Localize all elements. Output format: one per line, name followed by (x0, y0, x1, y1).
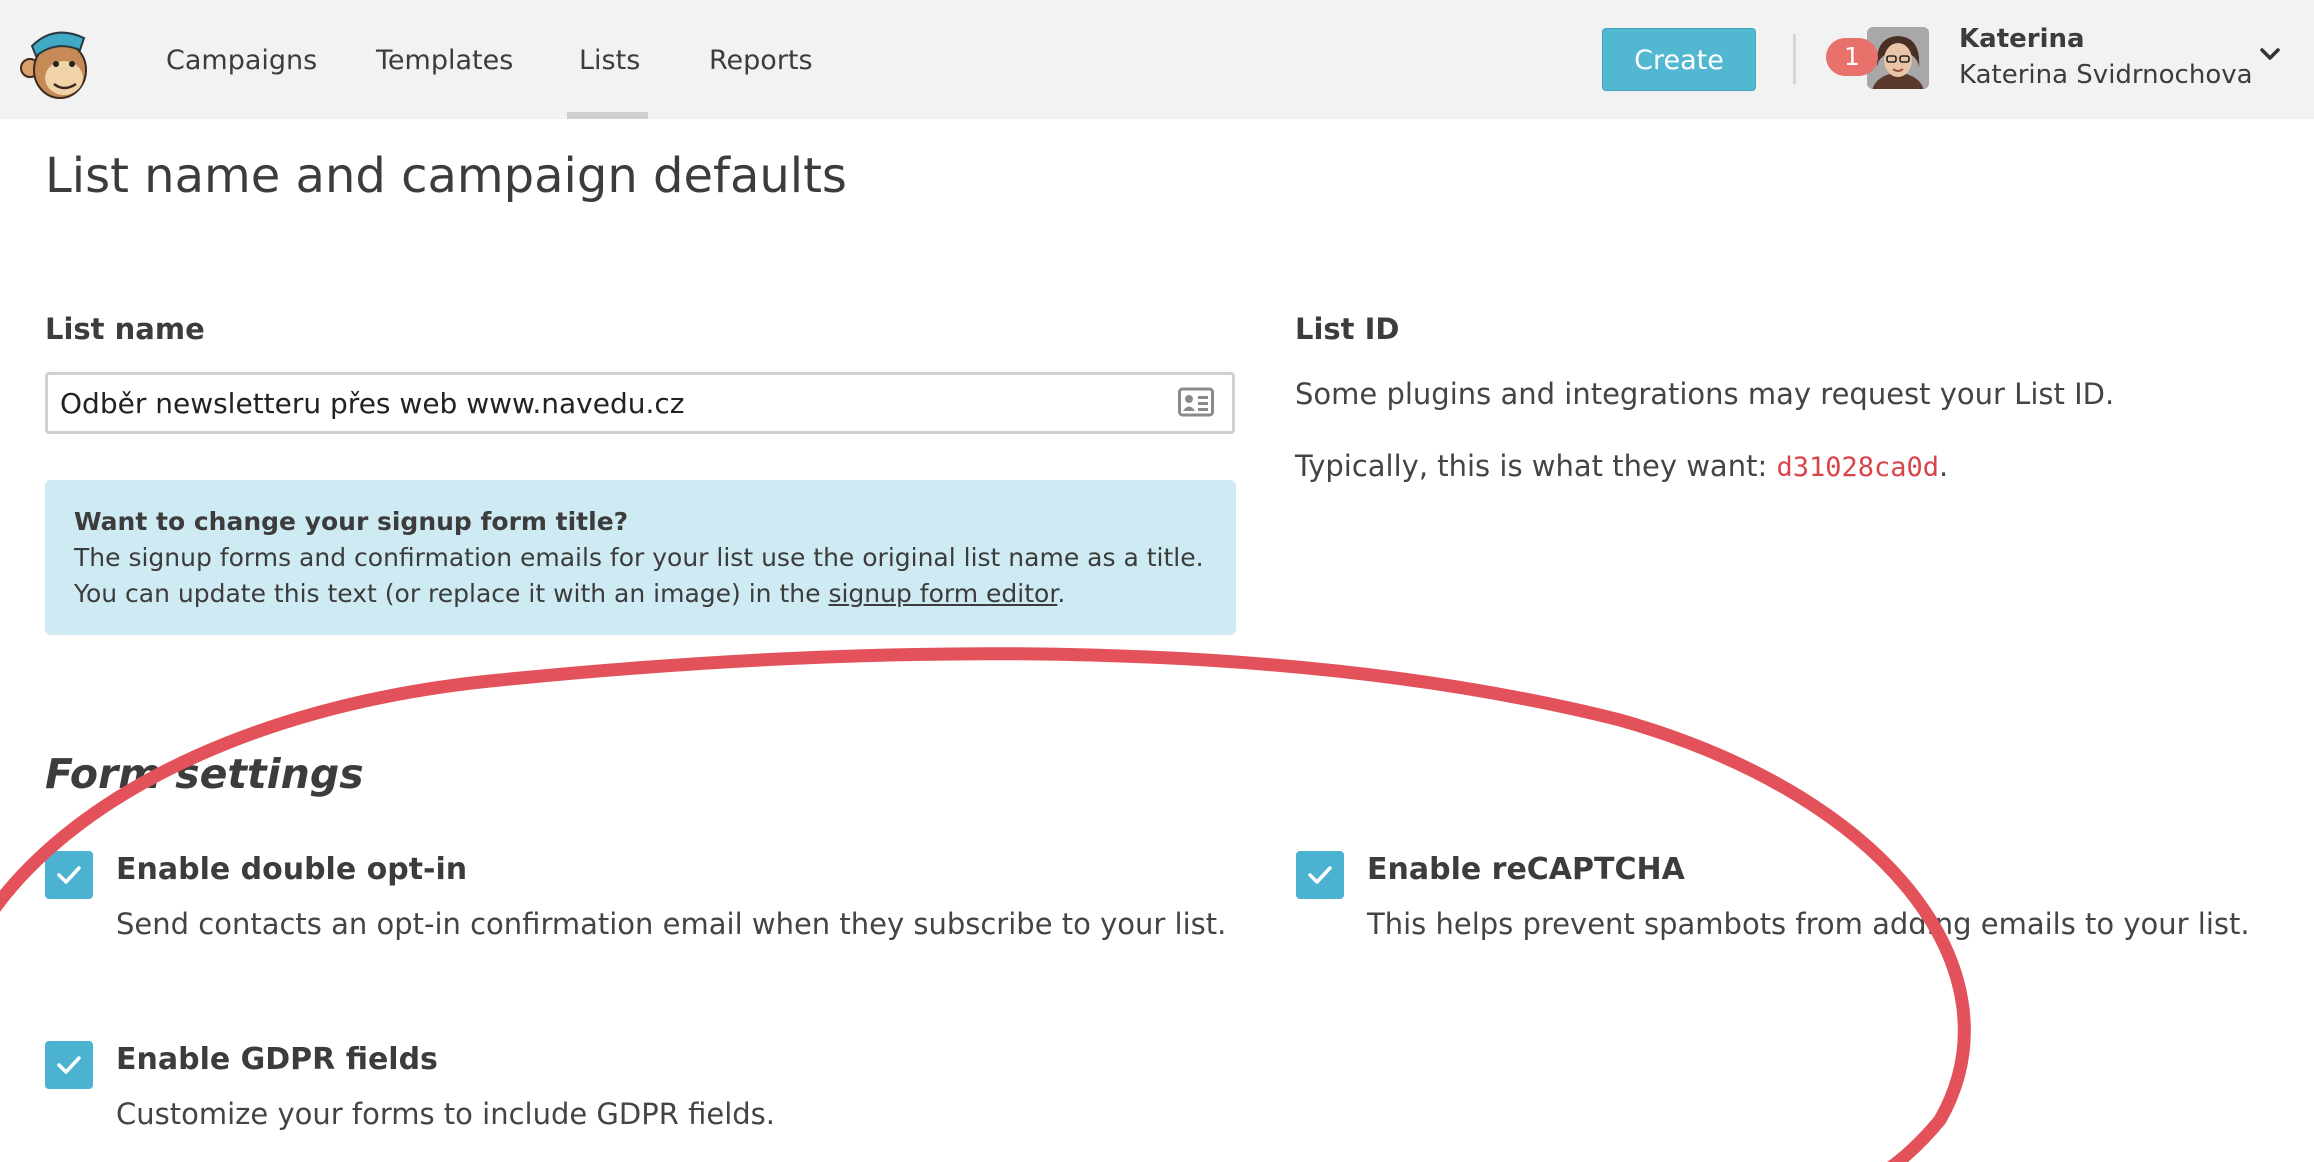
checkmark-icon (57, 866, 81, 884)
info-box-line-2-text: You can update this text (or replace it … (74, 579, 829, 608)
list-name-input[interactable] (60, 375, 1160, 431)
info-box-line-2-period: . (1057, 579, 1066, 608)
chevron-down-icon[interactable] (2256, 40, 2284, 68)
info-box-line-2: You can update this text (or replace it … (74, 576, 1206, 612)
list-id-description: Some plugins and integrations may reques… (1295, 377, 2115, 411)
signup-form-editor-link[interactable]: signup form editor (828, 579, 1057, 608)
list-id-label: List ID (1295, 312, 1400, 346)
top-navigation-bar: Campaigns Templates Lists Reports Create… (0, 0, 2314, 119)
list-name-field[interactable] (45, 372, 1235, 434)
gdpr-description: Customize your forms to include GDPR fie… (116, 1097, 775, 1131)
nav-campaigns[interactable]: Campaigns (166, 0, 317, 119)
form-settings-title: Form settings (45, 750, 364, 798)
gdpr-checkbox[interactable] (45, 1041, 93, 1089)
nav-lists[interactable]: Lists (579, 0, 640, 119)
list-id-code: d31028ca0d (1776, 452, 1939, 483)
recaptcha-description: This helps prevent spambots from adding … (1367, 907, 2250, 941)
list-id-value-line: Typically, this is what they want: d3102… (1295, 449, 1948, 483)
recaptcha-checkbox[interactable] (1296, 851, 1344, 899)
nav-reports[interactable]: Reports (709, 0, 813, 119)
list-id-prefix: Typically, this is what they want: (1295, 449, 1777, 483)
create-button[interactable]: Create (1602, 28, 1756, 91)
double-opt-in-description: Send contacts an opt-in confirmation ema… (116, 907, 1227, 941)
list-name-label: List name (45, 312, 205, 346)
double-opt-in-checkbox[interactable] (45, 851, 93, 899)
user-first-name[interactable]: Katerina (1959, 24, 2085, 54)
notification-badge[interactable]: 1 (1826, 38, 1878, 76)
nav-templates[interactable]: Templates (376, 0, 513, 119)
page-title: List name and campaign defaults (45, 148, 847, 204)
info-box-title: Want to change your signup form title? (74, 507, 629, 536)
double-opt-in-title: Enable double opt-in (116, 852, 468, 887)
nav-active-indicator (567, 112, 648, 119)
recaptcha-title: Enable reCAPTCHA (1367, 852, 1685, 887)
gdpr-title: Enable GDPR fields (116, 1042, 438, 1077)
info-box-line-1: The signup forms and confirmation emails… (74, 543, 1204, 572)
signup-title-info-box: Want to change your signup form title? T… (45, 480, 1236, 635)
header-divider (1793, 34, 1796, 84)
user-full-name[interactable]: Katerina Svidrnochova (1959, 60, 2253, 90)
list-id-suffix: . (1939, 449, 1949, 483)
checkmark-icon (57, 1056, 81, 1074)
monkey-logo-icon[interactable] (18, 22, 98, 102)
contact-card-icon[interactable] (1178, 387, 1214, 417)
checkmark-icon (1308, 866, 1332, 884)
